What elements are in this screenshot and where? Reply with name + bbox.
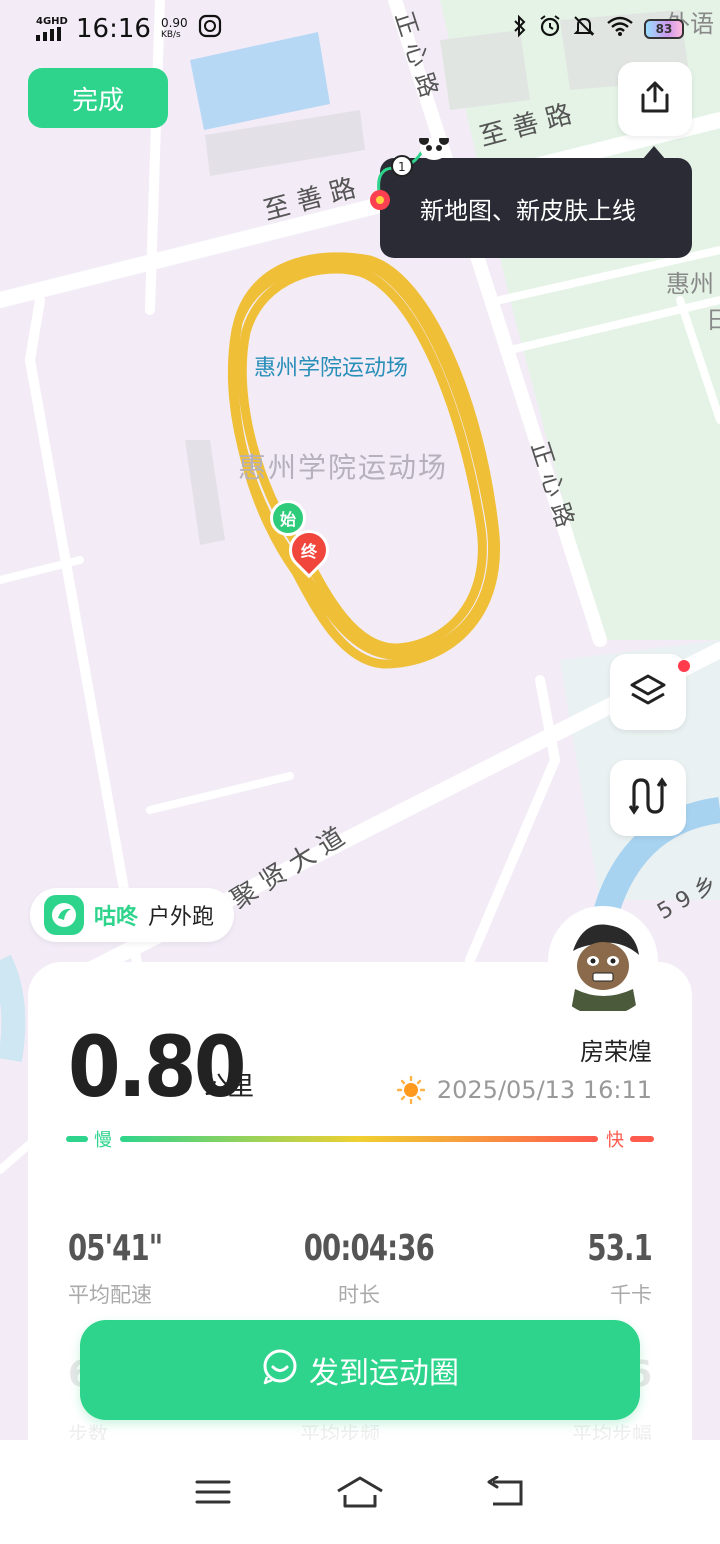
tooltip-text: 新地图、新皮肤上线 (420, 197, 636, 225)
end-marker-label: 终 (300, 542, 318, 562)
pace-fast-label: 快 (606, 1130, 624, 1151)
pace-slow-label: 慢 (94, 1130, 112, 1151)
route-toggle-button[interactable] (610, 760, 686, 836)
brand-name: 咕咚 (94, 905, 139, 930)
speed-value: 0.90 (160, 16, 188, 30)
new-features-tooltip[interactable]: 1 新地图、新皮肤上线 (370, 138, 692, 258)
avatar[interactable] (548, 906, 658, 1016)
chat-bubble-icon (261, 1347, 299, 1393)
alarm-icon (538, 14, 562, 45)
avatar-image (555, 913, 651, 1011)
map-layers-button[interactable] (610, 654, 690, 730)
notification-dot (678, 660, 690, 672)
network-type: 4GHD (36, 16, 68, 27)
mute-icon (572, 14, 596, 45)
codoon-logo-icon (44, 895, 84, 935)
user-name: 房荣煌 (580, 1038, 652, 1066)
workout-datetime: 2025/05/13 16:11 (436, 1076, 652, 1104)
home-icon (337, 1476, 383, 1508)
app-notification-icon (198, 14, 222, 45)
stat-value: 00:04:36 (303, 1228, 435, 1269)
map-label-corner-right: 惠州 (666, 270, 714, 298)
share-icon (637, 79, 673, 119)
stat-label: 千卡 (610, 1283, 652, 1307)
stat-value: 05'41" (68, 1228, 163, 1269)
sunny-weather-icon (396, 1076, 425, 1104)
wifi-icon (606, 14, 634, 44)
layers-icon (628, 670, 668, 714)
route-wave-icon (628, 774, 668, 822)
pace-legend-bar: 慢 快 (66, 1130, 654, 1151)
network-speed: 0.90 KB/s (161, 17, 188, 41)
speed-unit: KB/s (160, 30, 181, 40)
map-label-corner-right: 日 (706, 306, 720, 334)
svg-text:1: 1 (398, 160, 406, 174)
stat-label: 平均配速 (68, 1283, 152, 1307)
activity-type: 户外跑 (148, 905, 215, 930)
menu-icon (195, 1480, 231, 1504)
stat-duration: 00:04:36 时长 (294, 1228, 435, 1309)
system-nav-bar (0, 1440, 720, 1544)
nav-home-button[interactable] (330, 1472, 390, 1512)
nav-back-button[interactable] (477, 1472, 537, 1512)
battery-level: 83 (655, 22, 673, 36)
map-label-area-stadium: 惠州学院运动场 (238, 451, 449, 484)
stat-value: 53.1 (587, 1228, 652, 1269)
distance-unit: 公里 (202, 1072, 255, 1102)
stat-label: 时长 (338, 1283, 380, 1307)
done-button[interactable]: 完成 (28, 68, 168, 128)
signal-icon: 4GHD (36, 17, 68, 41)
share-button[interactable] (618, 62, 692, 136)
status-bar: 4GHD 16:16 0.90 KB/s 83 (0, 0, 720, 58)
post-button-label: 发到运动圈 (309, 1356, 459, 1391)
back-icon (487, 1476, 523, 1506)
bluetooth-icon (512, 14, 528, 45)
post-to-moments-button[interactable]: 发到运动圈 (80, 1320, 640, 1420)
clock: 16:16 (76, 14, 151, 44)
stat-avg-pace: 05'41" 平均配速 (68, 1228, 179, 1309)
workout-datetime-row: 2025/05/13 16:11 (396, 1076, 652, 1104)
start-marker-label: 始 (279, 510, 296, 529)
map-label-poi-stadium: 惠州学院运动场 (254, 356, 409, 381)
nav-menu-button[interactable] (183, 1472, 243, 1512)
stat-calories: 53.1 千卡 (576, 1228, 652, 1309)
battery-icon: 83 (644, 19, 684, 39)
app-brand-badge: 咕咚 户外跑 (30, 888, 235, 942)
